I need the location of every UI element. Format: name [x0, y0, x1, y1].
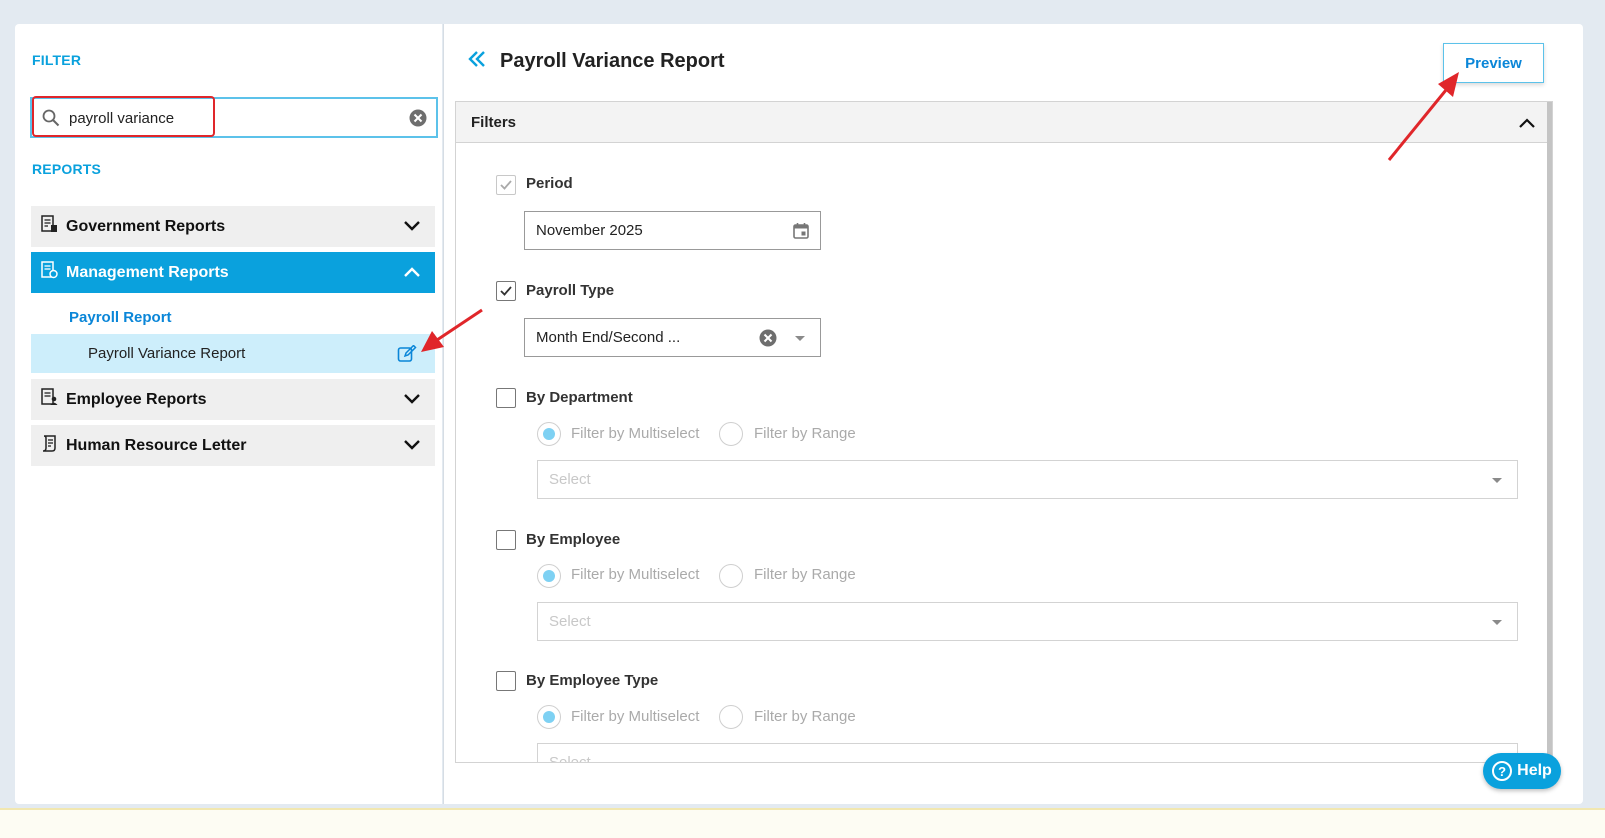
help-button[interactable]: ? Help	[1483, 753, 1561, 789]
department-multiselect-radio[interactable]	[537, 422, 561, 446]
by-employee-type-label: By Employee Type	[526, 672, 659, 689]
employee-multiselect-radio[interactable]	[537, 564, 561, 588]
employee-type-select[interactable]: Select	[537, 743, 1518, 763]
report-header: Payroll Variance Report	[468, 50, 725, 73]
group-government-reports[interactable]: Government Reports	[31, 206, 435, 247]
payroll-type-label: Payroll Type	[526, 282, 615, 299]
filters-panel: Filters Period November 2025 Payroll Typ…	[455, 101, 1553, 763]
department-select[interactable]: Select	[537, 460, 1518, 499]
department-multiselect-label: Filter by Multiselect	[571, 425, 700, 442]
employee-type-multiselect-radio[interactable]	[537, 705, 561, 729]
clear-selection-icon[interactable]	[759, 329, 777, 351]
by-employee-type-checkbox[interactable]	[496, 671, 516, 691]
letter-icon	[40, 434, 58, 457]
payroll-type-checkbox[interactable]	[496, 281, 516, 301]
employee-select[interactable]: Select	[537, 602, 1518, 641]
payroll-type-value: Month End/Second ...	[536, 329, 681, 346]
filter-label: FILTER	[32, 52, 82, 68]
department-range-label: Filter by Range	[754, 425, 856, 442]
by-department-label: By Department	[526, 389, 633, 406]
chevron-down-icon	[403, 437, 421, 458]
dropdown-caret-icon[interactable]	[1492, 478, 1502, 483]
group-label: Government Reports	[66, 217, 226, 235]
dropdown-caret-icon[interactable]	[795, 336, 805, 341]
department-range-radio[interactable]	[719, 422, 743, 446]
report-panel: Payroll Variance Report Preview Filters …	[443, 24, 1583, 804]
by-department-checkbox[interactable]	[496, 388, 516, 408]
employee-select-placeholder: Select	[549, 613, 591, 630]
period-checkbox	[496, 175, 516, 195]
employee-type-range-label: Filter by Range	[754, 708, 856, 725]
chevron-down-icon	[403, 391, 421, 412]
employee-range-label: Filter by Range	[754, 566, 856, 583]
page-title: Payroll Variance Report	[500, 50, 725, 72]
employee-type-select-placeholder: Select	[549, 754, 591, 763]
period-label: Period	[526, 175, 573, 192]
filters-title: Filters	[471, 113, 517, 131]
employee-type-multiselect-label: Filter by Multiselect	[571, 708, 700, 725]
group-management-reports[interactable]: Management Reports	[31, 252, 435, 293]
group-human-resource-letter[interactable]: Human Resource Letter	[31, 425, 435, 466]
question-icon: ?	[1492, 761, 1513, 781]
government-report-icon	[40, 215, 58, 238]
employee-multiselect-label: Filter by Multiselect	[571, 566, 700, 583]
report-sidebar: FILTER REPORTS Government Reports Manage…	[15, 24, 442, 804]
employee-type-range-radio[interactable]	[719, 705, 743, 729]
help-label: Help	[1517, 762, 1552, 779]
report-item-label: Payroll Variance Report	[88, 345, 246, 362]
filters-header[interactable]: Filters	[456, 102, 1552, 143]
department-select-placeholder: Select	[549, 471, 591, 488]
by-employee-checkbox[interactable]	[496, 530, 516, 550]
group-label: Human Resource Letter	[66, 436, 247, 454]
filters-scrollbar[interactable]	[1547, 102, 1552, 762]
group-label: Management Reports	[66, 263, 229, 281]
reports-label: REPORTS	[32, 161, 102, 177]
management-report-icon	[40, 261, 58, 284]
by-employee-label: By Employee	[526, 531, 621, 548]
bottom-bar	[0, 808, 1605, 838]
edit-icon[interactable]	[397, 344, 417, 367]
report-search-box[interactable]	[30, 97, 438, 138]
preview-button[interactable]: Preview	[1443, 43, 1544, 83]
calendar-icon[interactable]	[793, 222, 809, 243]
search-input[interactable]	[69, 107, 389, 129]
payroll-report-subgroup[interactable]: Payroll Report	[69, 309, 172, 326]
search-icon	[42, 109, 60, 132]
clear-search-icon[interactable]	[409, 109, 427, 132]
chevron-up-icon[interactable]	[1518, 116, 1536, 134]
chevron-up-icon	[403, 264, 421, 285]
period-date-field[interactable]: November 2025	[524, 211, 821, 250]
period-value: November 2025	[536, 222, 643, 239]
chevron-down-icon	[403, 218, 421, 239]
group-employee-reports[interactable]: Employee Reports	[31, 379, 435, 420]
collapse-sidebar-icon[interactable]	[468, 50, 486, 73]
dropdown-caret-icon[interactable]	[1492, 620, 1502, 625]
group-label: Employee Reports	[66, 390, 207, 408]
employee-range-radio[interactable]	[719, 564, 743, 588]
employee-report-icon	[40, 388, 58, 411]
payroll-variance-report-item[interactable]: Payroll Variance Report	[31, 334, 435, 373]
payroll-type-select[interactable]: Month End/Second ...	[524, 318, 821, 357]
